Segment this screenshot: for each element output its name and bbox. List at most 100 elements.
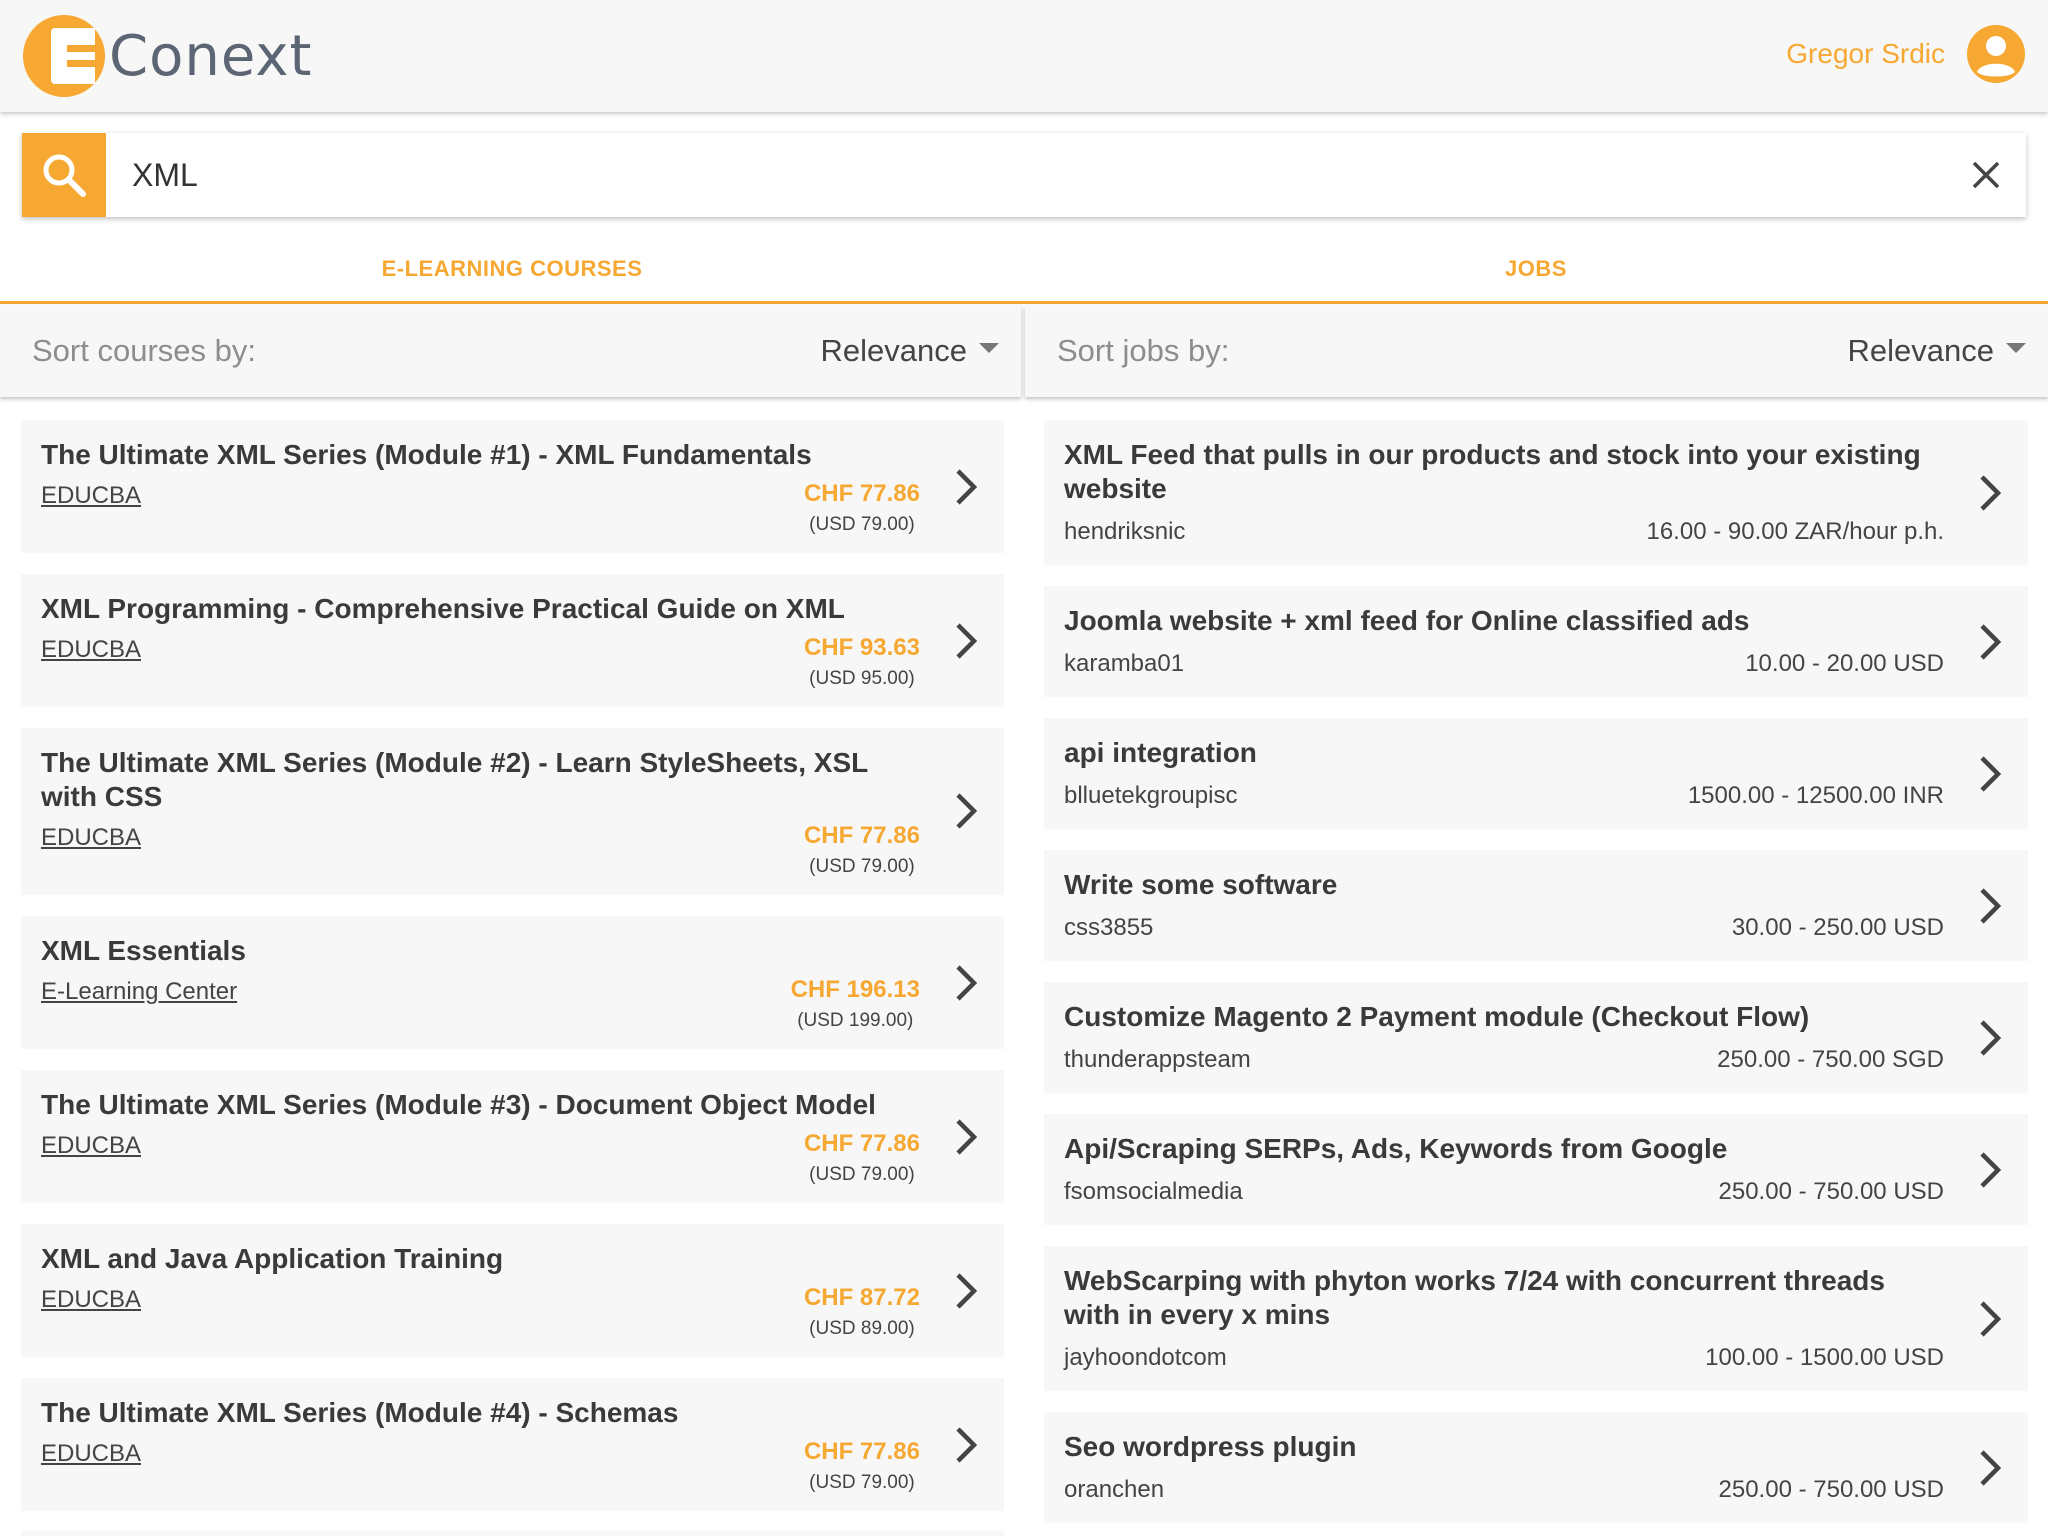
course-title[interactable]: The Ultimate XML Series (Module #3) - Do…	[41, 1088, 904, 1122]
price-usd: (USD 79.00)	[809, 1164, 915, 1185]
course-provider[interactable]: EDUCBA	[41, 636, 141, 664]
chevron-right-icon[interactable]	[950, 789, 982, 833]
search-icon	[43, 154, 86, 197]
course-card[interactable]: The Ultimate XML Series (Module #3) - Do…	[21, 1070, 1004, 1203]
job-card[interactable]: WebScarping with phyton works 7/24 with …	[1044, 1246, 2028, 1391]
clear-search-button[interactable]	[1946, 133, 2026, 217]
course-price: CHF 87.72 (USD 89.00)	[804, 1284, 920, 1340]
tab-jobs[interactable]: JOBS	[1024, 236, 2048, 301]
price-usd: (USD 79.00)	[809, 514, 915, 535]
job-title[interactable]: WebScarping with phyton works 7/24 with …	[1064, 1264, 1928, 1332]
job-title[interactable]: api integration	[1064, 736, 1928, 770]
chevron-right-icon[interactable]	[950, 1423, 982, 1467]
user-name[interactable]: Gregor Srdic	[1786, 38, 1945, 70]
job-title[interactable]: Joomla website + xml feed for Online cla…	[1064, 604, 1928, 638]
price-chf: CHF 87.72	[803, 1284, 920, 1311]
chevron-right-icon[interactable]	[950, 961, 982, 1005]
job-title[interactable]: Write some software	[1064, 868, 1928, 902]
job-card[interactable]: Seo wordpress plugin oranchen 250.00 - 7…	[1044, 1412, 2028, 1523]
course-provider[interactable]: EDUCBA	[41, 824, 141, 852]
course-provider[interactable]: EDUCBA	[41, 482, 141, 510]
course-card-partial	[21, 1531, 1004, 1536]
chevron-right-icon[interactable]	[1974, 1148, 2006, 1192]
price-chf: CHF 196.13	[790, 976, 920, 1003]
account-circle-icon[interactable]	[1967, 25, 2025, 83]
price-usd: (USD 79.00)	[809, 856, 915, 877]
job-card[interactable]: api integration blluetekgroupisc 1500.00…	[1044, 718, 2028, 829]
course-price: CHF 77.86 (USD 79.00)	[804, 822, 920, 878]
course-provider[interactable]: E-Learning Center	[41, 978, 237, 1006]
job-user: blluetekgroupisc	[1064, 782, 1238, 809]
course-title[interactable]: The Ultimate XML Series (Module #1) - XM…	[41, 438, 904, 472]
courses-sort-dropdown[interactable]: Relevance	[821, 333, 999, 369]
top-bar: Conext Gregor Srdic	[0, 0, 2048, 112]
course-price: CHF 77.86 (USD 79.00)	[804, 1130, 920, 1186]
course-price: CHF 93.63 (USD 95.00)	[804, 634, 920, 690]
price-usd: (USD 199.00)	[797, 1010, 914, 1031]
job-budget: 10.00 - 20.00 USD	[1745, 650, 1944, 677]
course-provider[interactable]: EDUCBA	[41, 1286, 141, 1314]
job-title[interactable]: Seo wordpress plugin	[1064, 1430, 1928, 1464]
job-budget: 30.00 - 250.00 USD	[1731, 914, 1944, 941]
job-title[interactable]: Api/Scraping SERPs, Ads, Keywords from G…	[1064, 1132, 1928, 1166]
chevron-right-icon[interactable]	[1974, 1016, 2006, 1060]
course-card[interactable]: The Ultimate XML Series (Module #2) - Le…	[21, 728, 1004, 895]
job-title[interactable]: Customize Magento 2 Payment module (Chec…	[1064, 1000, 1928, 1034]
job-card[interactable]: Joomla website + xml feed for Online cla…	[1044, 586, 2028, 697]
chevron-right-icon[interactable]	[1974, 620, 2006, 664]
course-card[interactable]: The Ultimate XML Series (Module #4) - Sc…	[21, 1378, 1004, 1511]
course-provider[interactable]: EDUCBA	[41, 1132, 141, 1160]
search-button[interactable]	[22, 133, 106, 217]
job-card[interactable]: Customize Magento 2 Payment module (Chec…	[1044, 982, 2028, 1093]
chevron-right-icon[interactable]	[1974, 884, 2006, 928]
chevron-right-icon[interactable]	[950, 465, 982, 509]
close-icon	[1972, 161, 2000, 189]
course-price: CHF 77.86 (USD 79.00)	[804, 1438, 920, 1494]
course-provider[interactable]: EDUCBA	[41, 1440, 141, 1468]
jobs-sort-label: Sort jobs by:	[1057, 333, 1230, 368]
job-user: karamba01	[1064, 650, 1185, 677]
job-user: fsomsocialmedia	[1064, 1178, 1243, 1205]
course-title[interactable]: The Ultimate XML Series (Module #4) - Sc…	[41, 1396, 904, 1430]
dropdown-caret-icon	[979, 343, 999, 353]
job-user: hendriksnic	[1064, 518, 1186, 545]
jobs-sort-dropdown[interactable]: Relevance	[1848, 333, 2026, 369]
price-usd: (USD 89.00)	[809, 1318, 915, 1339]
job-card[interactable]: Api/Scraping SERPs, Ads, Keywords from G…	[1044, 1114, 2028, 1225]
user-menu[interactable]: Gregor Srdic	[1786, 25, 2025, 83]
price-usd: (USD 79.00)	[809, 1472, 915, 1493]
category-tabs: E-LEARNING COURSES JOBS	[0, 236, 2048, 304]
tab-e-learning-courses[interactable]: E-LEARNING COURSES	[0, 236, 1024, 301]
course-price: CHF 77.86 (USD 79.00)	[804, 480, 920, 536]
chevron-right-icon[interactable]	[950, 1115, 982, 1159]
search-input[interactable]	[106, 133, 1946, 217]
price-chf: CHF 77.86	[803, 822, 920, 849]
chevron-right-icon[interactable]	[1974, 1297, 2006, 1341]
course-card[interactable]: The Ultimate XML Series (Module #1) - XM…	[21, 420, 1004, 553]
price-usd: (USD 95.00)	[809, 668, 915, 689]
job-title[interactable]: XML Feed that pulls in our products and …	[1064, 438, 1928, 506]
chevron-right-icon[interactable]	[950, 1269, 982, 1313]
chevron-right-icon[interactable]	[1974, 752, 2006, 796]
job-card[interactable]: Write some software css3855 30.00 - 250.…	[1044, 850, 2028, 961]
jobs-sort-value: Relevance	[1847, 333, 1994, 368]
dropdown-caret-icon	[2006, 343, 2026, 353]
course-title[interactable]: XML and Java Application Training	[41, 1242, 904, 1276]
course-card[interactable]: XML Programming - Comprehensive Practica…	[21, 574, 1004, 707]
chevron-right-icon[interactable]	[1974, 471, 2006, 515]
conext-logo[interactable]: Conext	[23, 15, 312, 97]
jobs-sort-bar: Sort jobs by: Relevance	[1025, 305, 2048, 397]
logo-text: Conext	[109, 23, 313, 89]
course-card[interactable]: XML Essentials E-Learning Center CHF 196…	[21, 916, 1004, 1049]
price-chf: CHF 77.86	[803, 1130, 920, 1157]
price-chf: CHF 93.63	[803, 634, 920, 661]
job-card[interactable]: XML Feed that pulls in our products and …	[1044, 420, 2028, 565]
course-title[interactable]: XML Essentials	[41, 934, 904, 968]
job-budget: 250.00 - 750.00 USD	[1718, 1178, 1944, 1205]
course-title[interactable]: The Ultimate XML Series (Module #2) - Le…	[41, 746, 904, 814]
chevron-right-icon[interactable]	[950, 619, 982, 663]
course-card[interactable]: XML and Java Application Training EDUCBA…	[21, 1224, 1004, 1357]
chevron-right-icon[interactable]	[1974, 1446, 2006, 1490]
course-title[interactable]: XML Programming - Comprehensive Practica…	[41, 592, 904, 626]
job-budget: 250.00 - 750.00 USD	[1718, 1476, 1944, 1503]
